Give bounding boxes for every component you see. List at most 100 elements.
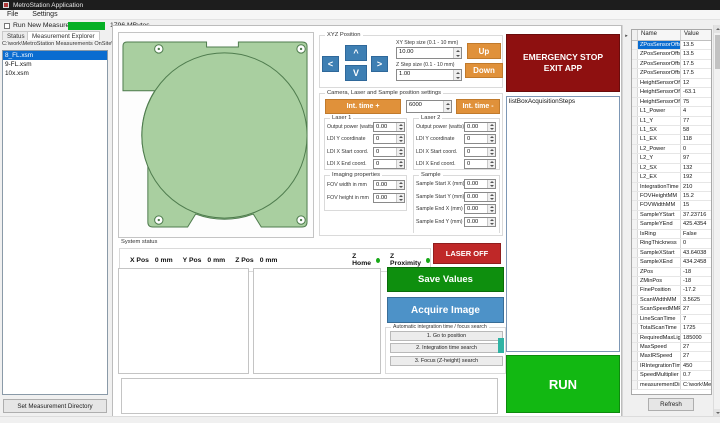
measurement-file-list[interactable]: 8_FL.xsm9-FL.xsm10x.xsm: [2, 50, 108, 395]
parameter-row[interactable]: ZPosSensorOffse... 17.5: [632, 60, 711, 69]
parameter-row[interactable]: SampleYStart 37.23716: [632, 211, 711, 220]
move-left-arrow-button[interactable]: <: [322, 56, 339, 72]
parameter-row[interactable]: SpeedMultiplier 0.7: [632, 371, 711, 380]
set-measurement-directory-button[interactable]: Set Measurement Directory: [3, 399, 107, 413]
setting-input[interactable]: 0: [464, 147, 496, 157]
spinner-arrows[interactable]: [396, 123, 404, 131]
spinner-arrows[interactable]: [396, 160, 404, 168]
spinner-arrows[interactable]: [396, 148, 404, 156]
file-item[interactable]: 10x.xsm: [3, 69, 107, 78]
parameter-row[interactable]: SampleXStart 43.64038: [632, 249, 711, 258]
parameter-row[interactable]: TotalScanTime 1725: [632, 324, 711, 333]
parameter-row[interactable]: L2_Y 97: [632, 154, 711, 163]
file-item[interactable]: 9-FL.xsm: [3, 60, 107, 69]
spinner-arrows[interactable]: [487, 193, 495, 201]
setting-input[interactable]: 0.00: [373, 193, 405, 203]
file-item[interactable]: 8_FL.xsm: [3, 51, 107, 60]
parameter-row[interactable]: HeightSensorOffs... 12: [632, 79, 711, 88]
parameter-row[interactable]: IsRing False: [632, 230, 711, 239]
move-right-arrow-button[interactable]: >: [371, 56, 388, 72]
parameter-row[interactable]: ScanWidthMM 3.5625: [632, 296, 711, 305]
spinner-arrows[interactable]: [396, 135, 404, 143]
int-time-minus-button[interactable]: Int. time -: [456, 99, 500, 114]
setting-input[interactable]: 0.00: [464, 192, 496, 202]
parameter-row[interactable]: L1_EX 118: [632, 135, 711, 144]
int-time-plus-button[interactable]: Int. time +: [325, 99, 401, 114]
parameter-row[interactable]: FinePosition -17.2: [632, 286, 711, 295]
setting-input[interactable]: 0.00: [464, 204, 496, 214]
setting-input[interactable]: 0: [464, 159, 496, 169]
spinner-arrows[interactable]: [396, 194, 404, 202]
parameter-row[interactable]: ZMinPos -18: [632, 277, 711, 286]
parameter-row[interactable]: IRIntegrationTime 450: [632, 362, 711, 371]
move-up-arrow-button[interactable]: ^: [345, 45, 367, 61]
focus-search-step-button[interactable]: 2. Integration time search: [390, 343, 503, 353]
spinner-arrows[interactable]: [453, 48, 461, 58]
parameter-row[interactable]: L2_SX 132: [632, 164, 711, 173]
parameter-row[interactable]: SampleXEnd 434.2458: [632, 258, 711, 267]
setting-input[interactable]: 0.00: [373, 122, 405, 132]
parameter-row[interactable]: FOVHeightMM 15.2: [632, 192, 711, 201]
parameter-row[interactable]: SampleYEnd 425.4354: [632, 220, 711, 229]
parameter-row[interactable]: ZPos -18: [632, 268, 711, 277]
parameter-row[interactable]: L1_SX 58: [632, 126, 711, 135]
emergency-stop-button[interactable]: EMERGENCY STOP EXIT APP: [506, 34, 620, 92]
setting-input[interactable]: 0: [373, 147, 405, 157]
focus-search-step-button[interactable]: 1. Go to position: [390, 331, 503, 341]
save-values-button[interactable]: Save Values: [387, 267, 504, 292]
menu-item[interactable]: File: [0, 11, 25, 18]
parameter-row[interactable]: MaxIRSpeed 27: [632, 352, 711, 361]
parameter-row[interactable]: IntegrationTime 210: [632, 183, 711, 192]
z-step-size-input[interactable]: 1.00: [396, 69, 462, 81]
refresh-button[interactable]: Refresh: [648, 398, 694, 411]
spinner-arrows[interactable]: [487, 160, 495, 168]
spinner-arrows[interactable]: [487, 180, 495, 188]
z-up-button[interactable]: Up: [467, 43, 501, 59]
parameter-row[interactable]: L1_Y 77: [632, 117, 711, 126]
parameter-row[interactable]: RingThickness 0: [632, 239, 711, 248]
setting-input[interactable]: 0.00: [464, 179, 496, 189]
result-listbox-right[interactable]: [253, 268, 381, 374]
move-down-arrow-button[interactable]: V: [345, 65, 367, 81]
spinner-arrows[interactable]: [487, 218, 495, 226]
bottom-log-box[interactable]: [121, 378, 498, 414]
parameter-row[interactable]: measurementDire... C:\work\MetroSt...: [632, 381, 711, 390]
acquisition-steps-listbox[interactable]: listBoxAcquisitionSteps: [506, 96, 620, 352]
parameter-row[interactable]: ZPosSensorOffse... 13.5: [632, 41, 711, 50]
parameter-row[interactable]: FOVWidthMM 15: [632, 201, 711, 210]
tab-status[interactable]: Status: [2, 31, 30, 40]
setting-input[interactable]: 0: [373, 134, 405, 144]
parameter-row[interactable]: RequiredMaxLigh... 185000: [632, 334, 711, 343]
parameter-row[interactable]: HeightSensorOffs... 75: [632, 98, 711, 107]
setting-input[interactable]: 0.00: [373, 180, 405, 190]
parameter-row[interactable]: HeightSensorOffs... -63.1: [632, 88, 711, 97]
menu-item[interactable]: Settings: [25, 11, 64, 18]
parameter-row[interactable]: MaxSpeed 27: [632, 343, 711, 352]
parameter-row[interactable]: ZPosSensorOffse... 17.5: [632, 69, 711, 78]
spinner-arrows[interactable]: [396, 181, 404, 189]
result-listbox-left[interactable]: [118, 268, 249, 374]
spinner-arrows[interactable]: [487, 205, 495, 213]
parameter-row[interactable]: LineScanTime 7: [632, 315, 711, 324]
setting-input[interactable]: 0: [373, 159, 405, 169]
focus-search-step-button[interactable]: 3. Focus (Z-height) search: [390, 356, 503, 366]
z-down-button[interactable]: Down: [465, 63, 503, 78]
setting-input[interactable]: 0.00: [464, 217, 496, 227]
parameter-row[interactable]: ScanSpeedMMPS 27: [632, 305, 711, 314]
setting-input[interactable]: 0: [464, 134, 496, 144]
parameter-row[interactable]: ZPosSensorOffse... 13.5: [632, 50, 711, 59]
setting-input[interactable]: 0.00: [464, 122, 496, 132]
xy-step-size-input[interactable]: 10.00: [396, 47, 462, 59]
spinner-arrows[interactable]: [443, 101, 451, 112]
parameters-table[interactable]: Name Value ZPosSensorOffse... 13.5 ZPosS…: [631, 29, 712, 395]
tab-measurement-explorer[interactable]: Measurement Explorer: [27, 31, 100, 40]
spinner-arrows[interactable]: [453, 70, 461, 80]
panel-splitter[interactable]: ▸: [622, 25, 630, 417]
run-button[interactable]: RUN: [506, 355, 620, 413]
spinner-arrows[interactable]: [487, 148, 495, 156]
int-time-input[interactable]: 6000: [406, 100, 452, 113]
vertical-scrollbar[interactable]: [713, 25, 720, 417]
scroll-up-arrow[interactable]: [714, 25, 720, 33]
spinner-arrows[interactable]: [487, 135, 495, 143]
run-new-measurement-checkbox[interactable]: [4, 23, 10, 29]
